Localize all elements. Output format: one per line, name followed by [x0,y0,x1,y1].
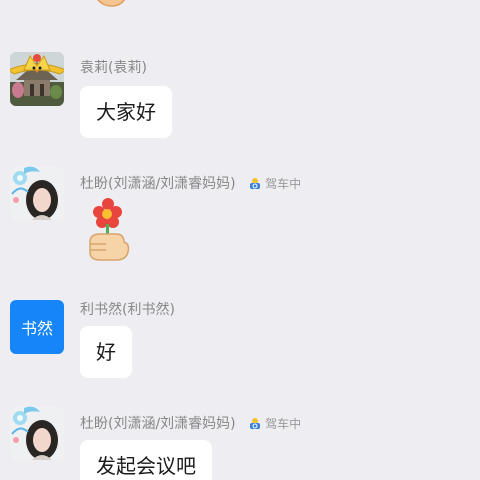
status-text: 驾车中 [265,177,302,191]
message-bubble[interactable]: 大家好 [80,86,172,138]
avatar-text: 书然 [20,319,53,338]
avatar[interactable] [10,406,64,460]
sender-name: 利书然(利书然) [80,302,175,318]
avatar[interactable]: 书然 [10,300,64,354]
status-text: 驾车中 [265,417,302,431]
sender-name: 杜盼(刘潇涵/刘潇睿妈妈) 驾车中 [80,414,301,434]
sender-name: 袁莉(袁莉) [80,60,147,76]
driving-status: 驾车中 [248,414,301,434]
sender-name-text: 杜盼(刘潇涵/刘潇睿妈妈) [80,176,236,192]
avatar[interactable] [10,166,64,220]
message-bubble[interactable]: 发起会议吧 [80,440,212,480]
driving-status: 驾车中 [248,174,301,194]
partial-thumbs-sticker [90,0,134,20]
steering-wheel-icon [248,176,262,190]
sender-name: 杜盼(刘潇涵/刘潇睿妈妈) 驾车中 [80,174,301,194]
steering-wheel-icon [248,416,262,430]
message-bubble[interactable]: 好 [80,326,132,378]
chat-message-list[interactable]: 袁莉(袁莉) 大家好 杜盼(刘潇涵/刘潇睿妈妈) 驾车中 书然 利书然(利书然)… [0,0,480,480]
sender-name-text: 杜盼(刘潇涵/刘潇睿妈妈) [80,416,236,432]
avatar[interactable] [10,52,64,106]
flower-sticker[interactable] [86,198,134,262]
